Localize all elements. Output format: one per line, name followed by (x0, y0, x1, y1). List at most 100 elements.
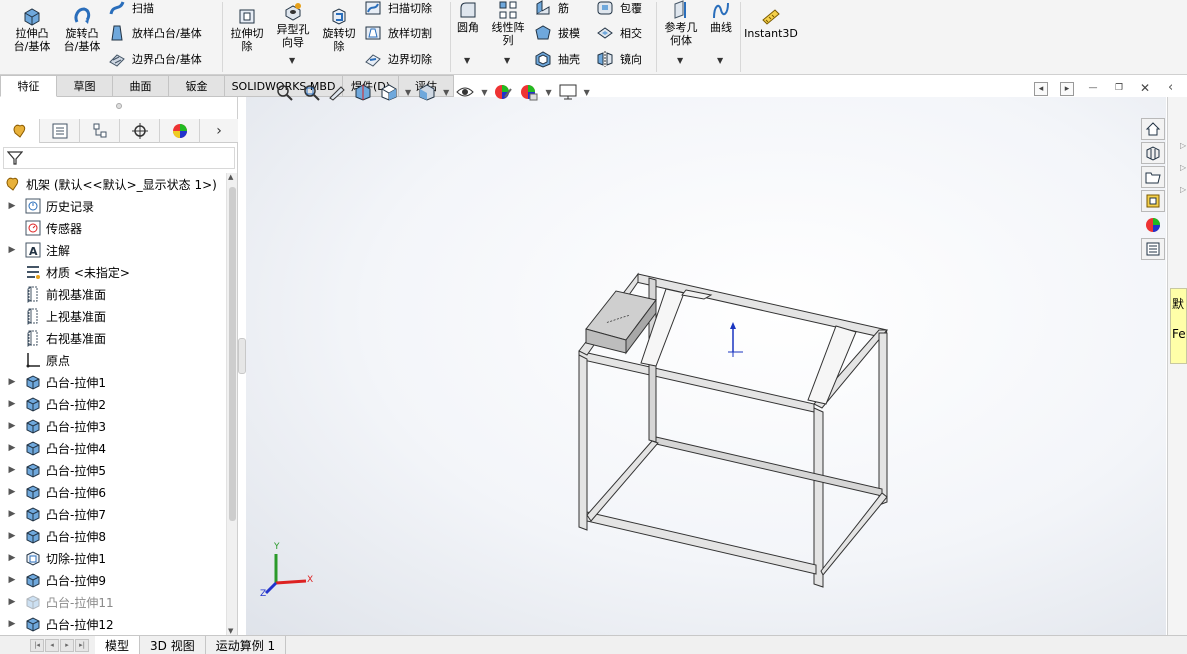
expand-arrow-icon[interactable]: ▶ (6, 245, 18, 255)
tab-dimxpert-manager[interactable] (120, 119, 160, 143)
mirror-button[interactable]: 镜向 (596, 49, 642, 69)
tree-item[interactable]: 右视基准面 (0, 327, 106, 349)
apply-scene-dropdown[interactable]: ▼ (545, 88, 551, 97)
restore-icon[interactable]: ❐ (1112, 82, 1126, 96)
edit-appearance-icon[interactable] (493, 83, 513, 101)
tree-scrollbar[interactable]: ▲ ▼ (226, 173, 237, 635)
tabs-scroll-right[interactable]: › (200, 119, 238, 143)
curves-dropdown[interactable]: ▼ (717, 56, 723, 65)
tab-display-manager[interactable] (160, 119, 200, 143)
expand-arrow-icon[interactable]: ▶ (6, 553, 18, 563)
file-explorer-tab[interactable] (1141, 166, 1165, 188)
tab-sheet-metal[interactable]: 钣金 (169, 75, 225, 97)
wrap-button[interactable]: 包覆 (596, 0, 642, 18)
view-orientation-icon[interactable] (379, 83, 399, 101)
tree-item[interactable]: 前视基准面 (0, 283, 106, 305)
minimize-icon[interactable]: — (1086, 82, 1100, 96)
expand-arrow-icon[interactable]: ▶ (6, 443, 18, 453)
tree-item[interactable]: ▶ 凸台-拉伸12 (0, 613, 114, 635)
scroll-thumb[interactable] (229, 187, 236, 521)
extrude-cut-button[interactable]: 拉伸切 除 (226, 6, 268, 53)
scroll-down-arrow[interactable]: ▼ (228, 627, 233, 635)
display-style-dropdown[interactable]: ▼ (443, 88, 449, 97)
boundary-cut-button[interactable]: 边界切除 (364, 49, 432, 69)
tab-model[interactable]: 模型 (95, 635, 141, 654)
expand-arrow-icon[interactable]: ▶ (6, 509, 18, 519)
view-settings-dropdown[interactable]: ▼ (584, 88, 590, 97)
pane-expand-arrow[interactable]: ▷ (1180, 185, 1186, 194)
expand-arrow-icon[interactable]: ▶ (6, 597, 18, 607)
tree-item[interactable]: 原点 (0, 349, 70, 371)
revolve-cut-button[interactable]: 旋转切 除 (318, 6, 360, 53)
linear-pattern-dropdown[interactable]: ▼ (504, 56, 510, 65)
tab-3d-views[interactable]: 3D 视图 (140, 635, 206, 654)
tree-item[interactable]: ▶ 凸台-拉伸6 (0, 481, 106, 503)
view-orientation-dropdown[interactable]: ▼ (405, 88, 411, 97)
tree-item[interactable]: 传感器 (0, 217, 82, 239)
expand-arrow-icon[interactable]: ▶ (6, 399, 18, 409)
solidworks-resources-tab[interactable] (1141, 118, 1165, 140)
graphics-area[interactable]: ⁃⁃⁃⁃⁃⁃⁃ Y X Z (246, 97, 1166, 635)
tree-item[interactable]: ▶ 凸台-拉伸7 (0, 503, 106, 525)
loft-cut-button[interactable]: 放样切割 (364, 23, 432, 43)
design-library-tab[interactable] (1141, 142, 1165, 164)
apply-scene-icon[interactable] (519, 83, 539, 101)
hole-wizard-button[interactable]: 异型孔 向导 (272, 2, 314, 49)
tab-property-manager[interactable] (40, 119, 80, 143)
tree-item[interactable]: ▶ 凸台-拉伸3 (0, 415, 106, 437)
tree-item[interactable]: ▶ 凸台-拉伸5 (0, 459, 106, 481)
tree-item[interactable]: ▶ 凸台-拉伸11 (0, 591, 114, 613)
tree-item[interactable]: 材质 <未指定> (0, 261, 130, 283)
panel-grip-handle[interactable] (116, 103, 122, 109)
tree-item[interactable]: ▶ 凸台-拉伸1 (0, 371, 106, 393)
next-window-icon[interactable]: ▸ (1060, 82, 1074, 96)
instant3d-button[interactable]: Instant3D (744, 6, 798, 40)
tree-item[interactable]: ▶ 历史记录 (0, 195, 94, 217)
tree-item[interactable]: ▶ 切除-拉伸1 (0, 547, 106, 569)
fillet-dropdown[interactable]: ▼ (464, 56, 470, 65)
previous-window-icon[interactable]: ◂ (1034, 82, 1048, 96)
tree-item[interactable]: ▶ 凸台-拉伸9 (0, 569, 106, 591)
first-tab-icon[interactable]: |◂ (30, 638, 44, 652)
scroll-up-arrow[interactable]: ▲ (228, 173, 233, 181)
linear-pattern-button[interactable]: 线性阵 列 (488, 0, 528, 47)
expand-arrow-icon[interactable]: ▶ (6, 465, 18, 475)
reference-geometry-dropdown[interactable]: ▼ (677, 56, 683, 65)
prev-tab-icon[interactable]: ◂ (45, 638, 59, 652)
hide-show-dropdown[interactable]: ▼ (481, 88, 487, 97)
boundary-boss-button[interactable]: 边界凸台/基体 (108, 49, 202, 69)
reference-geometry-button[interactable]: 参考几 何体 (660, 0, 702, 47)
revolve-boss-button[interactable]: 旋转凸 台/基体 (60, 6, 104, 53)
rib-button[interactable]: 筋 (534, 0, 569, 18)
hole-wizard-dropdown[interactable]: ▼ (289, 56, 295, 65)
tab-sketch[interactable]: 草图 (57, 75, 113, 97)
tab-feature-manager[interactable] (0, 119, 40, 143)
shell-button[interactable]: 抽壳 (534, 49, 580, 69)
zoom-to-area-icon[interactable] (301, 83, 321, 101)
panel-splitter[interactable] (238, 338, 246, 374)
tree-item[interactable]: ▶ 凸台-拉伸2 (0, 393, 106, 415)
curves-button[interactable]: 曲线 (705, 0, 737, 34)
fillet-button[interactable]: 圆角 (454, 0, 482, 34)
expand-arrow-icon[interactable]: ▶ (6, 575, 18, 585)
pane-expand-arrow[interactable]: ▷ (1180, 163, 1186, 172)
expand-arrow-icon[interactable]: ▶ (6, 619, 18, 629)
next-tab-icon[interactable]: ▸ (60, 638, 74, 652)
zoom-to-fit-icon[interactable] (275, 83, 295, 101)
close-icon[interactable]: ✕ (1138, 82, 1152, 96)
display-style-icon[interactable] (417, 83, 437, 101)
tab-motion-study[interactable]: 运动算例 1 (206, 635, 287, 654)
view-palette-tab[interactable] (1141, 190, 1165, 212)
tree-item[interactable]: ▶ A 注解 (0, 239, 70, 261)
sweep-cut-button[interactable]: 扫描切除 (364, 0, 432, 18)
custom-properties-tab[interactable] (1141, 238, 1165, 260)
previous-view-icon[interactable] (327, 83, 347, 101)
last-tab-icon[interactable]: ▸| (75, 638, 89, 652)
pane-expand-arrow[interactable]: ▷ (1180, 141, 1186, 150)
hide-show-items-icon[interactable] (455, 83, 475, 101)
tab-surfaces[interactable]: 曲面 (113, 75, 169, 97)
loft-boss-button[interactable]: 放样凸台/基体 (108, 23, 202, 43)
expand-arrow-icon[interactable]: ▶ (6, 377, 18, 387)
extrude-boss-button[interactable]: 拉伸凸 台/基体 (10, 6, 54, 53)
expand-arrow-icon[interactable]: ▶ (6, 487, 18, 497)
